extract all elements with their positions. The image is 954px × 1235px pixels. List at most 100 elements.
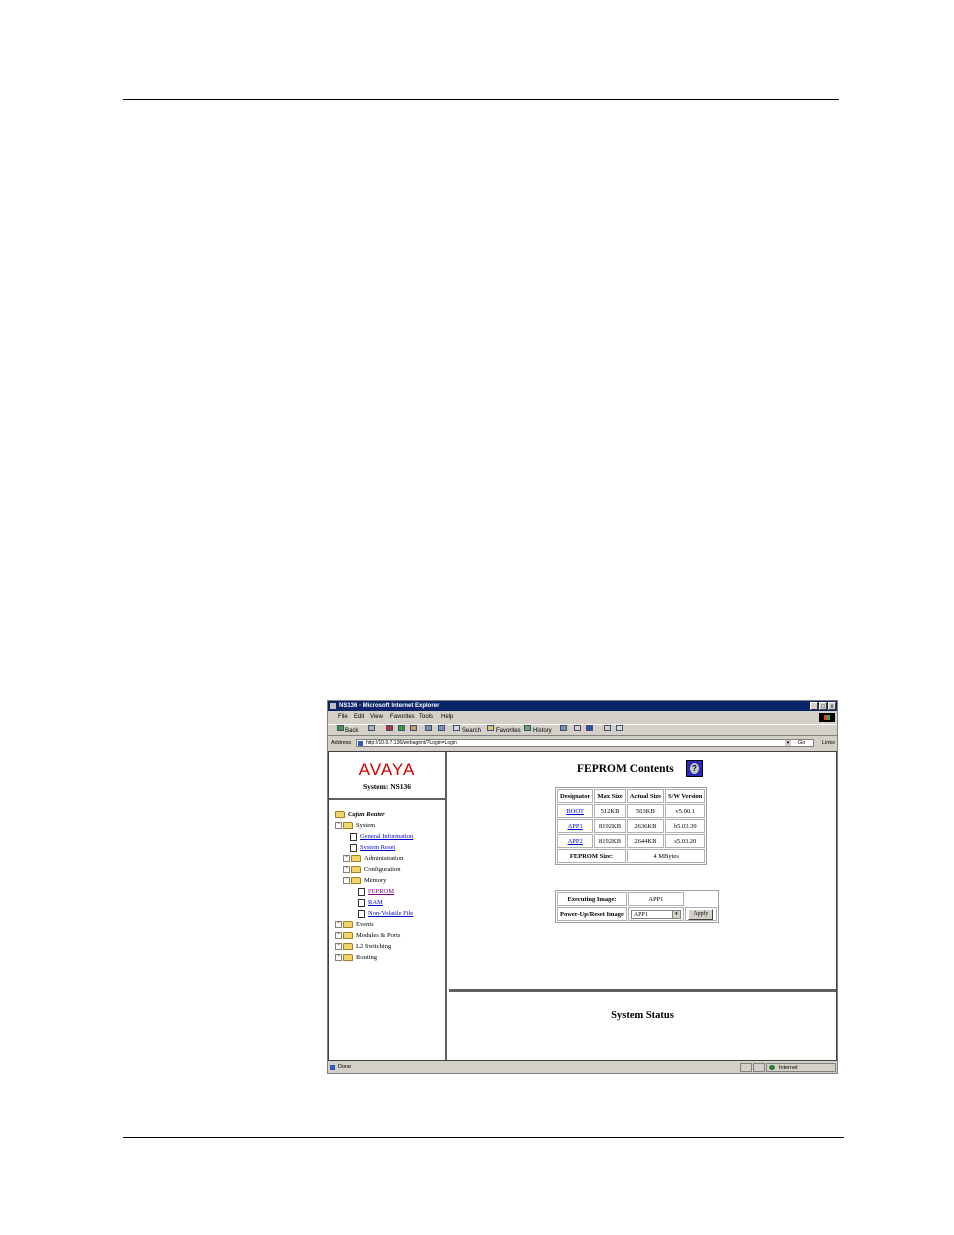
menu-bar: File Edit View Favorites Tools Help bbox=[328, 712, 837, 723]
search-icon[interactable] bbox=[453, 725, 460, 731]
expand-icon[interactable]: + bbox=[343, 866, 350, 874]
ie-page-icon bbox=[358, 741, 363, 746]
page-icon[interactable] bbox=[438, 725, 445, 731]
tree-root[interactable]: Cajun Router bbox=[335, 810, 385, 820]
menu-file[interactable]: File bbox=[338, 712, 348, 723]
general-information-link[interactable]: General Information bbox=[360, 833, 413, 840]
home-icon[interactable] bbox=[410, 725, 417, 731]
feprom-link[interactable]: FEPROM bbox=[368, 888, 394, 895]
system-reset-link[interactable]: System Reset bbox=[360, 844, 395, 851]
expand-icon[interactable]: + bbox=[335, 921, 342, 929]
image-table: Executing Image: APP1 Power-Up/Reset Ima… bbox=[555, 890, 719, 923]
apply-button[interactable]: Apply bbox=[688, 908, 714, 920]
boot-link[interactable]: BOOT bbox=[566, 808, 584, 815]
column-header: Max Size bbox=[594, 789, 626, 803]
powerup-image-value: APP1 bbox=[633, 911, 648, 918]
menu-help[interactable]: Help bbox=[441, 712, 453, 723]
favorites-icon[interactable] bbox=[487, 725, 494, 731]
folder-icon bbox=[343, 954, 353, 962]
chevron-down-icon[interactable]: ▾ bbox=[671, 910, 680, 918]
powerup-select-cell: APP1 ▾ bbox=[627, 907, 684, 921]
expand-icon[interactable]: + bbox=[335, 954, 342, 962]
tree-item-system-reset[interactable]: System Reset bbox=[350, 843, 395, 853]
history-button[interactable]: History bbox=[533, 725, 552, 737]
menu-edit[interactable]: Edit bbox=[354, 712, 364, 723]
tree-item-administration[interactable]: + Administration bbox=[343, 854, 403, 864]
menu-view[interactable]: View bbox=[370, 712, 383, 723]
footer-rule bbox=[123, 1137, 844, 1138]
tree-item-label: L2 Switching bbox=[356, 943, 392, 950]
expand-icon[interactable]: + bbox=[335, 943, 342, 951]
discuss-icon[interactable] bbox=[604, 725, 611, 731]
tree-item-l2-switching[interactable]: + L2 Switching bbox=[335, 942, 391, 952]
tree-item-ram[interactable]: RAM bbox=[358, 898, 383, 908]
favorites-button[interactable]: Favorites bbox=[496, 725, 521, 737]
designator-cell: BOOT bbox=[557, 804, 594, 818]
maximize-button[interactable]: □ bbox=[819, 702, 827, 710]
collapse-icon[interactable]: − bbox=[335, 822, 342, 830]
window-title: NS136 - Microsoft Internet Explorer bbox=[339, 703, 440, 709]
tree-item-feprom[interactable]: FEPROM bbox=[358, 887, 394, 897]
header-rule bbox=[123, 99, 839, 100]
tree-item-label: Routing bbox=[356, 954, 377, 961]
ram-link[interactable]: RAM bbox=[368, 899, 383, 906]
tree-item-memory[interactable]: − Memory bbox=[343, 876, 386, 886]
folder-open-icon bbox=[351, 877, 361, 885]
go-button[interactable]: Go bbox=[798, 737, 805, 749]
powerup-image-select[interactable]: APP1 ▾ bbox=[630, 909, 681, 919]
address-input[interactable]: http://10.0.7.136/webagent/?Login=Login bbox=[356, 739, 814, 747]
table-cell: 8192KB bbox=[594, 834, 626, 848]
search-button[interactable]: Search bbox=[462, 725, 481, 737]
back-button[interactable]: Back bbox=[345, 725, 358, 737]
feprom-table: Designator Max Size Actual Size S/W Vers… bbox=[555, 787, 708, 865]
empty-cell bbox=[685, 892, 717, 906]
globe-icon bbox=[769, 1065, 775, 1070]
table-header-row: Designator Max Size Actual Size S/W Vers… bbox=[557, 789, 706, 803]
app1-link[interactable]: APP1 bbox=[568, 823, 583, 830]
tree-item-label: Configuration bbox=[364, 866, 401, 873]
zone-indicator: Internet bbox=[766, 1063, 836, 1072]
system-status-title: System Status bbox=[611, 1010, 674, 1021]
back-arrow-icon bbox=[337, 725, 344, 731]
column-header: Actual Size bbox=[626, 789, 665, 803]
mail-icon[interactable] bbox=[560, 725, 567, 731]
address-label: Address bbox=[331, 740, 352, 746]
apply-cell: Apply bbox=[684, 907, 717, 921]
tree-item-general-information[interactable]: General Information bbox=[350, 832, 413, 842]
tree-item-non-volatile-file[interactable]: Non-Volatile File bbox=[358, 909, 413, 919]
tree-item-events[interactable]: + Events bbox=[335, 920, 374, 930]
tree-item-system[interactable]: − System bbox=[335, 821, 375, 831]
edit-icon[interactable] bbox=[586, 725, 593, 731]
minimize-button[interactable]: _ bbox=[810, 702, 818, 710]
forward-arrow-icon[interactable] bbox=[368, 725, 375, 731]
tree-item-routing[interactable]: + Routing bbox=[335, 953, 377, 963]
table-cell: 8192KB bbox=[594, 819, 626, 833]
close-button[interactable]: x bbox=[828, 702, 836, 710]
expand-icon[interactable]: + bbox=[335, 932, 342, 940]
tree-item-modules-ports[interactable]: + Modules & Ports bbox=[335, 931, 400, 941]
collapse-icon[interactable]: − bbox=[343, 877, 350, 885]
expand-icon[interactable]: + bbox=[343, 855, 350, 863]
table-row: APP2 8192KB 2644KB s5.03.20 bbox=[557, 834, 706, 848]
messenger-icon[interactable] bbox=[616, 725, 623, 731]
table-cell: 2636KB bbox=[626, 819, 665, 833]
links-button[interactable]: Links bbox=[822, 737, 835, 749]
menu-tools[interactable]: Tools bbox=[419, 712, 433, 723]
non-volatile-file-link[interactable]: Non-Volatile File bbox=[368, 910, 413, 917]
history-icon[interactable] bbox=[524, 725, 531, 731]
main-frame: FEPROM Contents Designator Max Size Actu… bbox=[449, 752, 836, 1060]
print-preview-icon[interactable] bbox=[425, 725, 432, 731]
folder-open-icon bbox=[343, 822, 353, 830]
address-dropdown-icon[interactable]: ▾ bbox=[785, 740, 791, 746]
stop-icon[interactable] bbox=[386, 725, 393, 731]
toolbar: Back Search Favorites History bbox=[328, 724, 837, 736]
address-bar: Address http://10.0.7.136/webagent/?Logi… bbox=[328, 737, 837, 749]
help-icon[interactable] bbox=[686, 760, 703, 777]
app2-link[interactable]: APP2 bbox=[568, 838, 583, 845]
tree-item-configuration[interactable]: + Configuration bbox=[343, 865, 400, 875]
refresh-icon[interactable] bbox=[398, 725, 405, 731]
menu-favorites[interactable]: Favorites bbox=[390, 712, 415, 723]
status-segment bbox=[753, 1063, 765, 1072]
tree-item-label: Memory bbox=[364, 877, 387, 884]
print-icon[interactable] bbox=[574, 725, 581, 731]
